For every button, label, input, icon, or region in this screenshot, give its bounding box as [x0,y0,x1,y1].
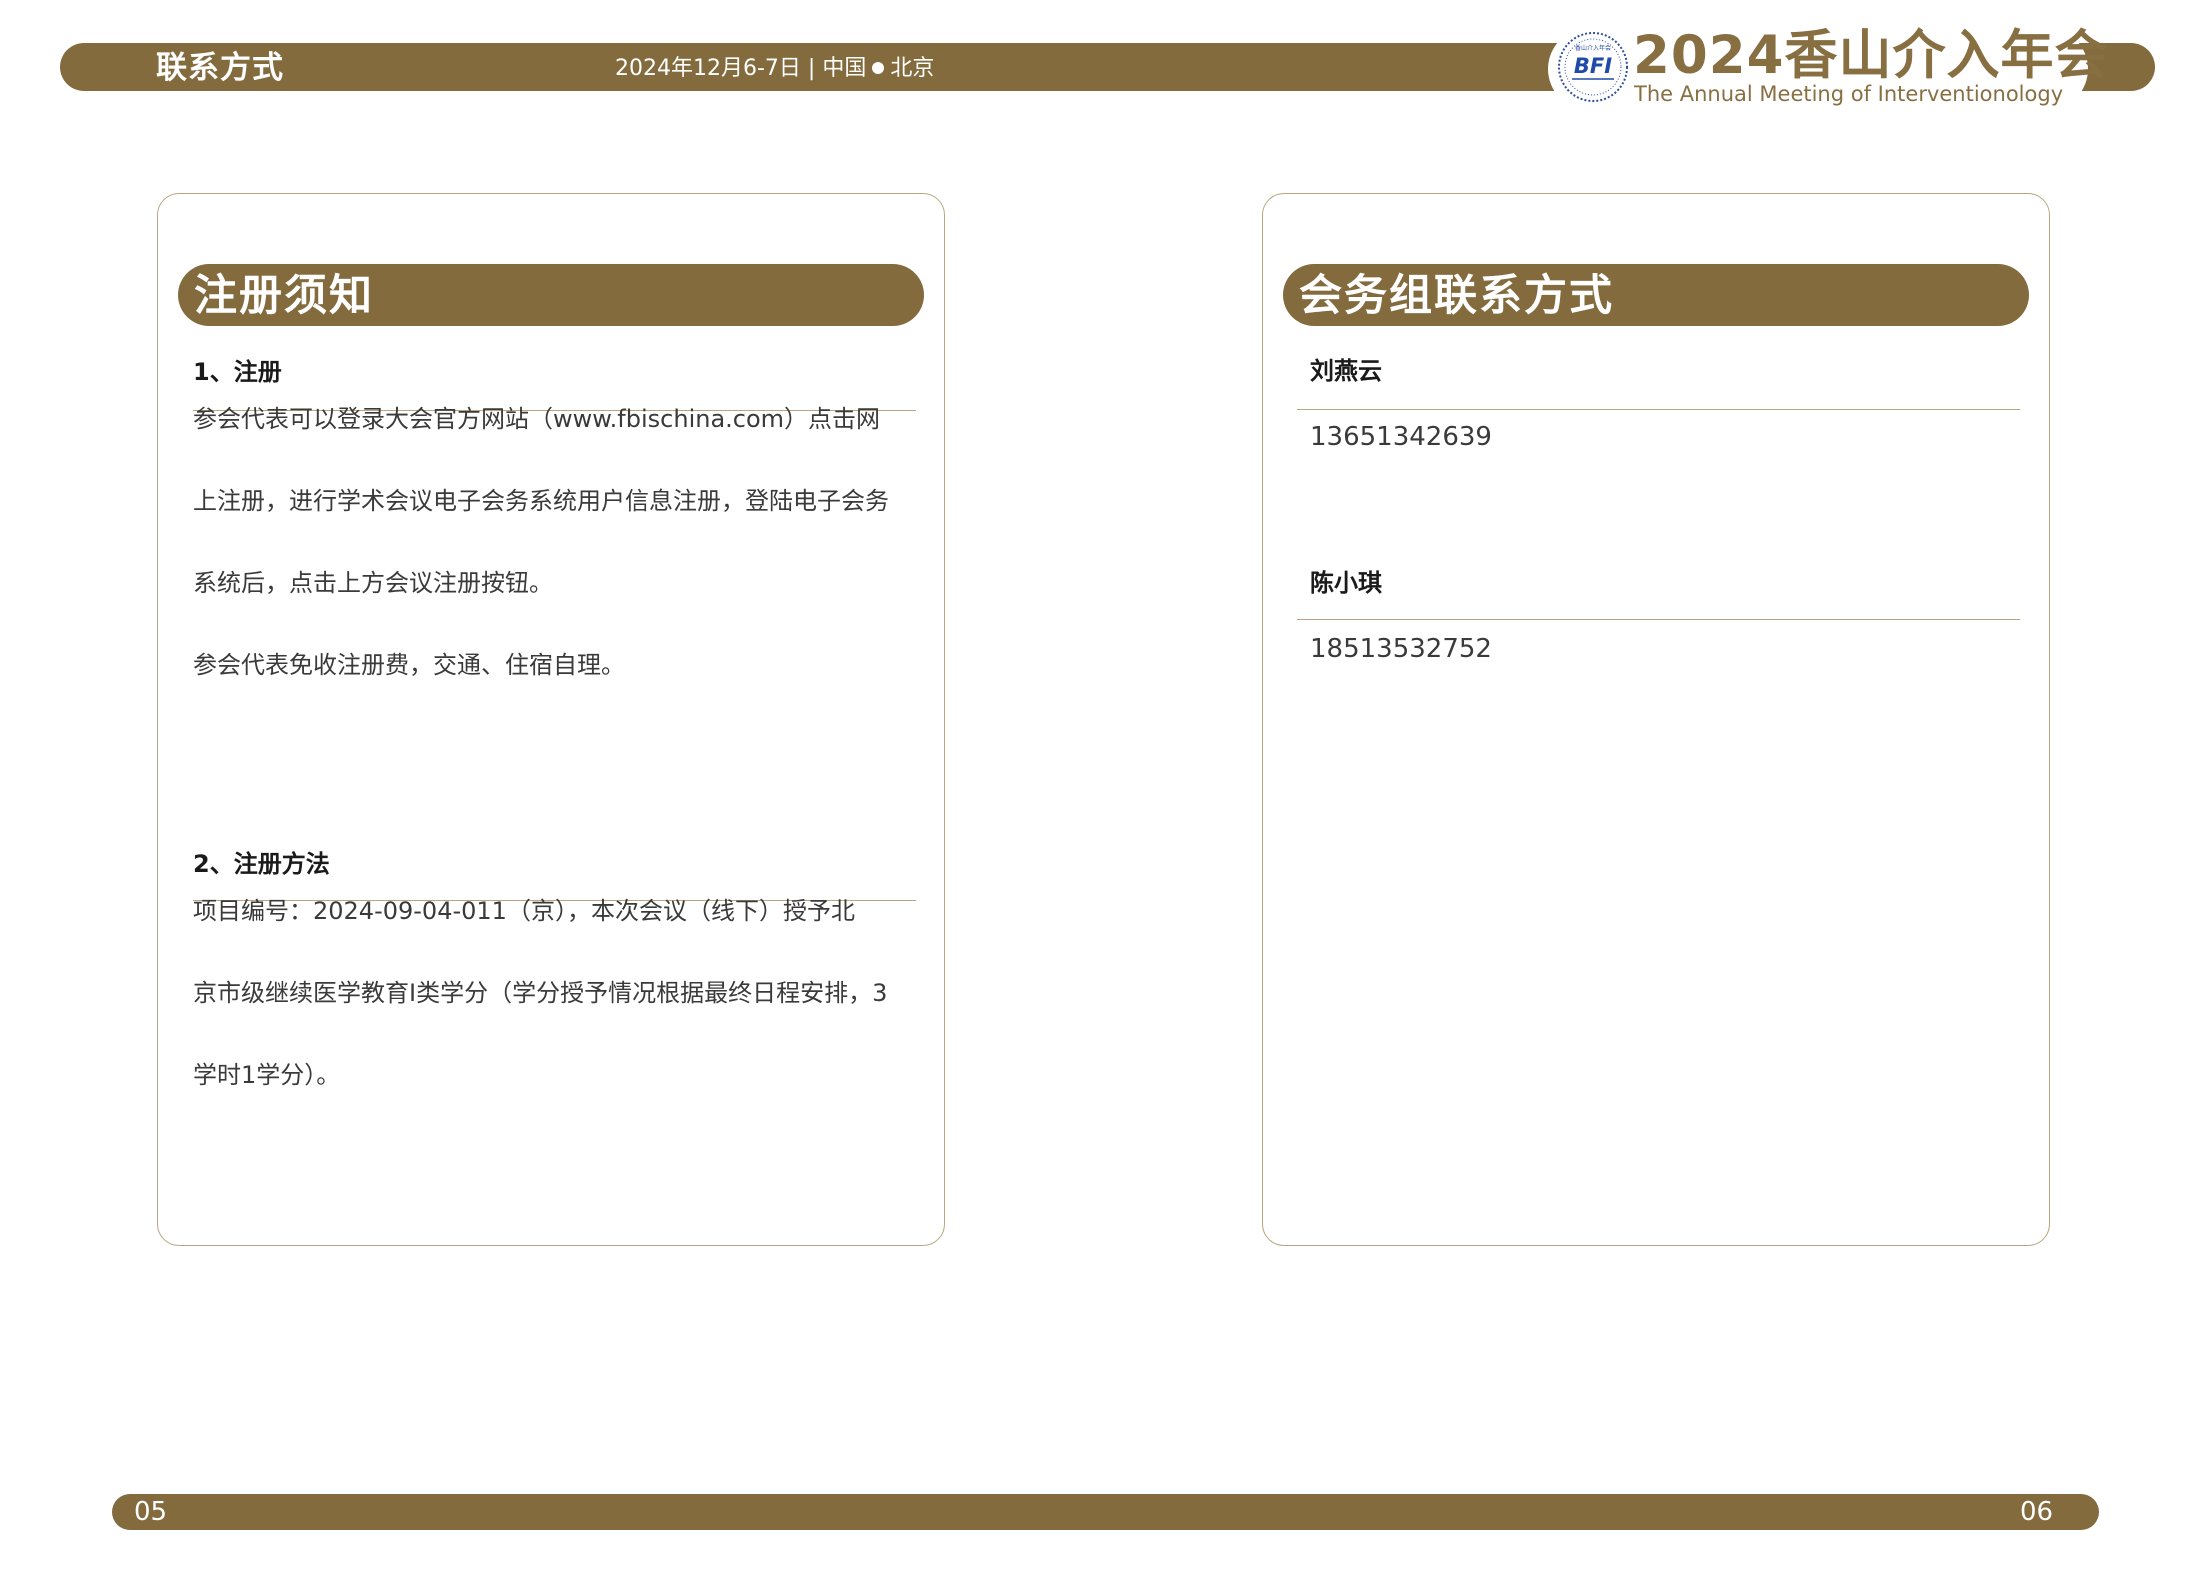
event-city: 北京 [890,56,935,81]
event-date-location: 2024年12月6-7日 | 中国 北京 [615,55,934,83]
paragraph-line: 京市级继续医学教育I类学分（学分授予情况根据最终日程安排，3 [193,979,888,1007]
registration-banner: 注册须知 [178,264,924,326]
footer-bar [112,1494,2099,1530]
page-section-title: 联系方式 [156,50,284,86]
bullet-dot-icon [872,62,885,74]
contacts-card: 会务组联系方式 刘燕云 13651342639 陈小琪 18513532752 [1262,193,2050,1246]
registration-title: 注册须知 [194,271,374,321]
conference-logo: 香山介入年会 BFI [1558,32,1628,102]
paragraph-line: 参会代表可以登录大会官方网站（www.fbischina.com）点击网 [193,405,881,433]
brand-title-cn: 2024香山介入年会 [1633,25,2109,86]
contact-divider [1297,619,2020,620]
event-country: 中国 [822,56,867,81]
registration-card: 注册须知 1、注册 参会代表可以登录大会官方网站（www.fbischina.c… [157,193,945,1246]
contact-name: 陈小琪 [1310,569,1382,597]
event-date: 2024年12月6-7日 [615,56,801,81]
contact-phone: 13651342639 [1310,422,1492,452]
registration-paragraph: 参会代表可以登录大会官方网站（www.fbischina.com）点击网 上注册… [193,378,923,706]
logo-top-text: 香山介入年会 [1575,44,1611,52]
paragraph-line: 系统后，点击上方会议注册按钮。 [193,569,553,597]
logo-letters: BFI [1574,54,1612,78]
contacts-banner: 会务组联系方式 [1283,264,2029,326]
contact-phone: 18513532752 [1310,634,1492,664]
paragraph-line: 参会代表免收注册费，交通、住宿自理。 [193,651,625,679]
paragraph-line: 学时1学分）。 [193,1061,341,1089]
brand-title-en: The Annual Meeting of Interventionology [1634,82,2064,106]
method-paragraph: 项目编号：2024-09-04-011（京），本次会议（线下）授予北 京市级继续… [193,870,923,1116]
page-number-right: 06 [2020,1497,2054,1527]
contact-divider [1297,409,2020,410]
page-number-left: 05 [134,1497,168,1527]
date-separator: | [807,56,816,81]
contacts-title: 会务组联系方式 [1299,271,1614,321]
contact-name: 刘燕云 [1310,357,1382,385]
paragraph-line: 项目编号：2024-09-04-011（京），本次会议（线下）授予北 [193,897,855,925]
paragraph-line: 上注册，进行学术会议电子会务系统用户信息注册，登陆电子会务 [193,487,889,515]
